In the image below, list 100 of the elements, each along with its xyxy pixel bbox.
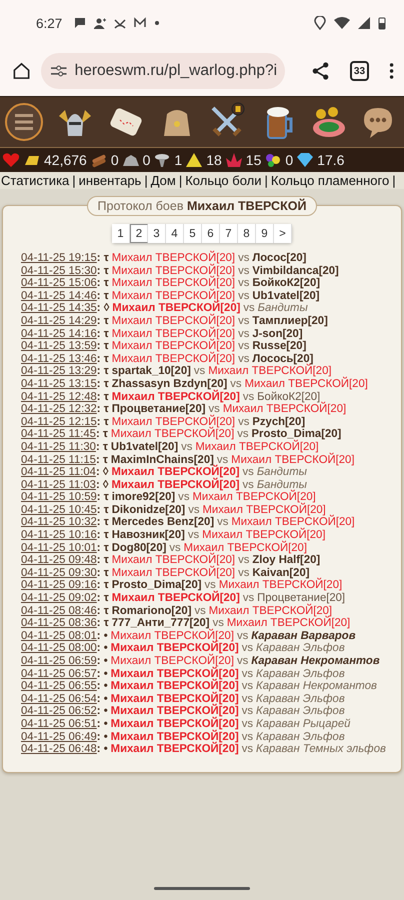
battle-time-link[interactable]: 04-11-25 11:30	[21, 440, 96, 454]
player-name: Михаил ТВЕРСКОЙ[20]	[112, 352, 236, 366]
player-name: Михаил ТВЕРСКОЙ[20]	[110, 668, 239, 680]
battle-type-mark: : τ	[96, 617, 109, 630]
player-name: Михаил ТВЕРСКОЙ[20]	[112, 264, 236, 277]
page-button[interactable]: 9	[256, 224, 274, 243]
battle-time-link[interactable]: 04-11-25 08:46	[21, 604, 97, 618]
versus-label: vs	[188, 504, 200, 516]
home-icon[interactable]	[12, 60, 32, 82]
player-name: Михаил ТВЕРСКОЙ[20]	[110, 642, 239, 654]
resource-count: 18	[206, 152, 222, 168]
battle-time-link[interactable]: 04-11-25 09:02	[21, 592, 97, 605]
battle-time-link[interactable]: 04-11-25 14:16	[21, 328, 97, 340]
battle-time-link[interactable]: 04-11-25 09:48	[21, 554, 97, 567]
battle-time-link[interactable]: 04-11-25 10:59	[21, 491, 97, 504]
battle-type-mark: : ◊	[96, 302, 110, 315]
more-menu-icon[interactable]	[388, 61, 394, 81]
battle-time-link[interactable]: 04-11-25 06:54	[21, 692, 97, 706]
battle-time-link[interactable]: 04-11-25 12:32	[21, 403, 97, 416]
battle-time-link[interactable]: 04-11-25 11:03	[21, 478, 96, 492]
battle-time-link[interactable]: 04-11-25 06:49	[21, 730, 97, 744]
player-name: 777_Анти_777[20]	[112, 617, 210, 630]
page-button[interactable]: 5	[184, 224, 202, 243]
battle-time-link[interactable]: 04-11-25 06:51	[21, 718, 97, 731]
battle-time-link[interactable]: 04-11-25 15:30	[21, 264, 97, 278]
menu-icon[interactable]	[4, 102, 44, 142]
page-button[interactable]: 6	[202, 224, 220, 243]
battle-time-link[interactable]: 04-11-25 10:32	[21, 516, 97, 530]
versus-label: vs	[242, 718, 254, 731]
opponent-name: Караван Эльфов	[256, 642, 345, 655]
battle-time-link[interactable]: 04-11-25 11:15	[21, 454, 96, 466]
page-button[interactable]: 1	[112, 224, 130, 243]
battle-time-link[interactable]: 04-11-25 14:46	[21, 290, 97, 302]
battle-time-link[interactable]: 04-11-25 13:59	[21, 340, 97, 353]
battle-type-mark: : •	[96, 642, 108, 655]
resource-count: 0	[285, 152, 294, 168]
battle-time-link[interactable]: 04-11-25 06:48	[21, 743, 97, 756]
battle-time-link[interactable]: 04-11-25 10:45	[21, 504, 97, 516]
versus-label: vs	[242, 466, 254, 479]
battle-time-link[interactable]: 04-11-25 09:16	[21, 579, 97, 592]
player-name: Михаил ТВЕРСКОЙ[20]	[111, 478, 240, 491]
panel-title: Протокол боев Михаил ТВЕРСКОЙ	[86, 196, 318, 216]
versus-label: vs	[236, 630, 248, 642]
battle-time-link[interactable]: 04-11-25 06:57	[21, 668, 97, 680]
battle-time-link[interactable]: 04-11-25 19:15	[21, 252, 97, 265]
battle-time-link[interactable]: 04-11-25 11:45	[21, 428, 96, 441]
nav-link[interactable]: Кольцо боли	[185, 173, 262, 188]
page-button[interactable]: 7	[220, 224, 238, 243]
versus-label: vs	[238, 340, 250, 353]
opponent-name: Караван Некромантов	[256, 680, 377, 693]
page-button[interactable]: 4	[166, 224, 184, 243]
page-button[interactable]: >	[274, 224, 292, 243]
battle-time-link[interactable]: 04-11-25 10:01	[21, 542, 97, 554]
nav-link[interactable]: инвентарь	[78, 173, 142, 188]
page-button[interactable]: 8	[238, 224, 256, 243]
battle-time-link[interactable]: 04-11-25 06:52	[21, 705, 97, 718]
versus-label: vs	[242, 592, 254, 604]
battle-time-link[interactable]: 04-11-25 09:30	[21, 566, 97, 580]
battle-time-link[interactable]: 04-11-25 14:35	[21, 302, 97, 315]
battle-time-link[interactable]: 04-11-25 06:55	[21, 680, 97, 693]
battle-type-mark: : τ	[96, 542, 109, 554]
versus-label: vs	[217, 516, 228, 530]
battle-time-link[interactable]: 04-11-25 08:00	[21, 642, 97, 655]
versus-label: vs	[238, 328, 250, 340]
resource-count: 17.6	[317, 152, 344, 168]
opponent-name: Караван Некромантов	[251, 655, 380, 668]
battle-type-mark: : τ	[96, 390, 109, 404]
battle-time-link[interactable]: 04-11-25 10:16	[21, 529, 97, 542]
battle-time-link[interactable]: 04-11-25 06:59	[21, 655, 97, 668]
site-settings-icon[interactable]	[51, 65, 67, 77]
battle-time-link[interactable]: 04-11-25 12:15	[21, 416, 97, 428]
battle-type-mark: : •	[96, 655, 108, 668]
versus-label: vs	[243, 302, 255, 315]
diamond-icon	[296, 152, 314, 168]
battle-time-link[interactable]: 04-11-25 13:29	[21, 365, 97, 378]
battery-icon	[378, 16, 386, 30]
battle-type-mark: : τ	[96, 566, 109, 580]
share-icon[interactable]	[311, 60, 330, 82]
nav-link[interactable]: Статистика	[1, 173, 70, 188]
opponent-name: Михаил ТВЕРСКОЙ[20]	[184, 542, 307, 554]
page-button[interactable]: 3	[148, 224, 166, 243]
battle-time-link[interactable]: 04-11-25 08:01	[21, 630, 97, 642]
versus-label: vs	[237, 428, 249, 440]
tab-count[interactable]: 33	[350, 61, 369, 81]
nav-link[interactable]: Кольцо пламенного	[270, 173, 390, 188]
versus-label: vs	[238, 290, 250, 302]
versus-label: vs	[194, 365, 206, 378]
page-button[interactable]: 2	[130, 224, 148, 243]
nav-link[interactable]: Дом	[150, 173, 176, 188]
battle-time-link[interactable]: 04-11-25 13:15	[21, 378, 97, 391]
player-name: Михаил ТВЕРСКОЙ[20]	[110, 743, 239, 756]
battle-time-link[interactable]: 04-11-25 15:06	[21, 277, 97, 290]
battle-time-link[interactable]: 04-11-25 08:36	[21, 617, 97, 630]
battle-time-link[interactable]: 04-11-25 14:29	[21, 314, 97, 328]
battle-time-link[interactable]: 04-11-25 11:04	[21, 466, 96, 479]
battle-type-mark: : τ	[96, 579, 109, 592]
battle-time-link[interactable]: 04-11-25 13:46	[21, 352, 97, 366]
battle-time-link[interactable]: 04-11-25 12:48	[21, 390, 97, 404]
opponent-name: Ub1vatel[20]	[252, 290, 320, 302]
address-field[interactable]: heroeswm.ru/pl_warlog.php?i	[41, 53, 286, 89]
